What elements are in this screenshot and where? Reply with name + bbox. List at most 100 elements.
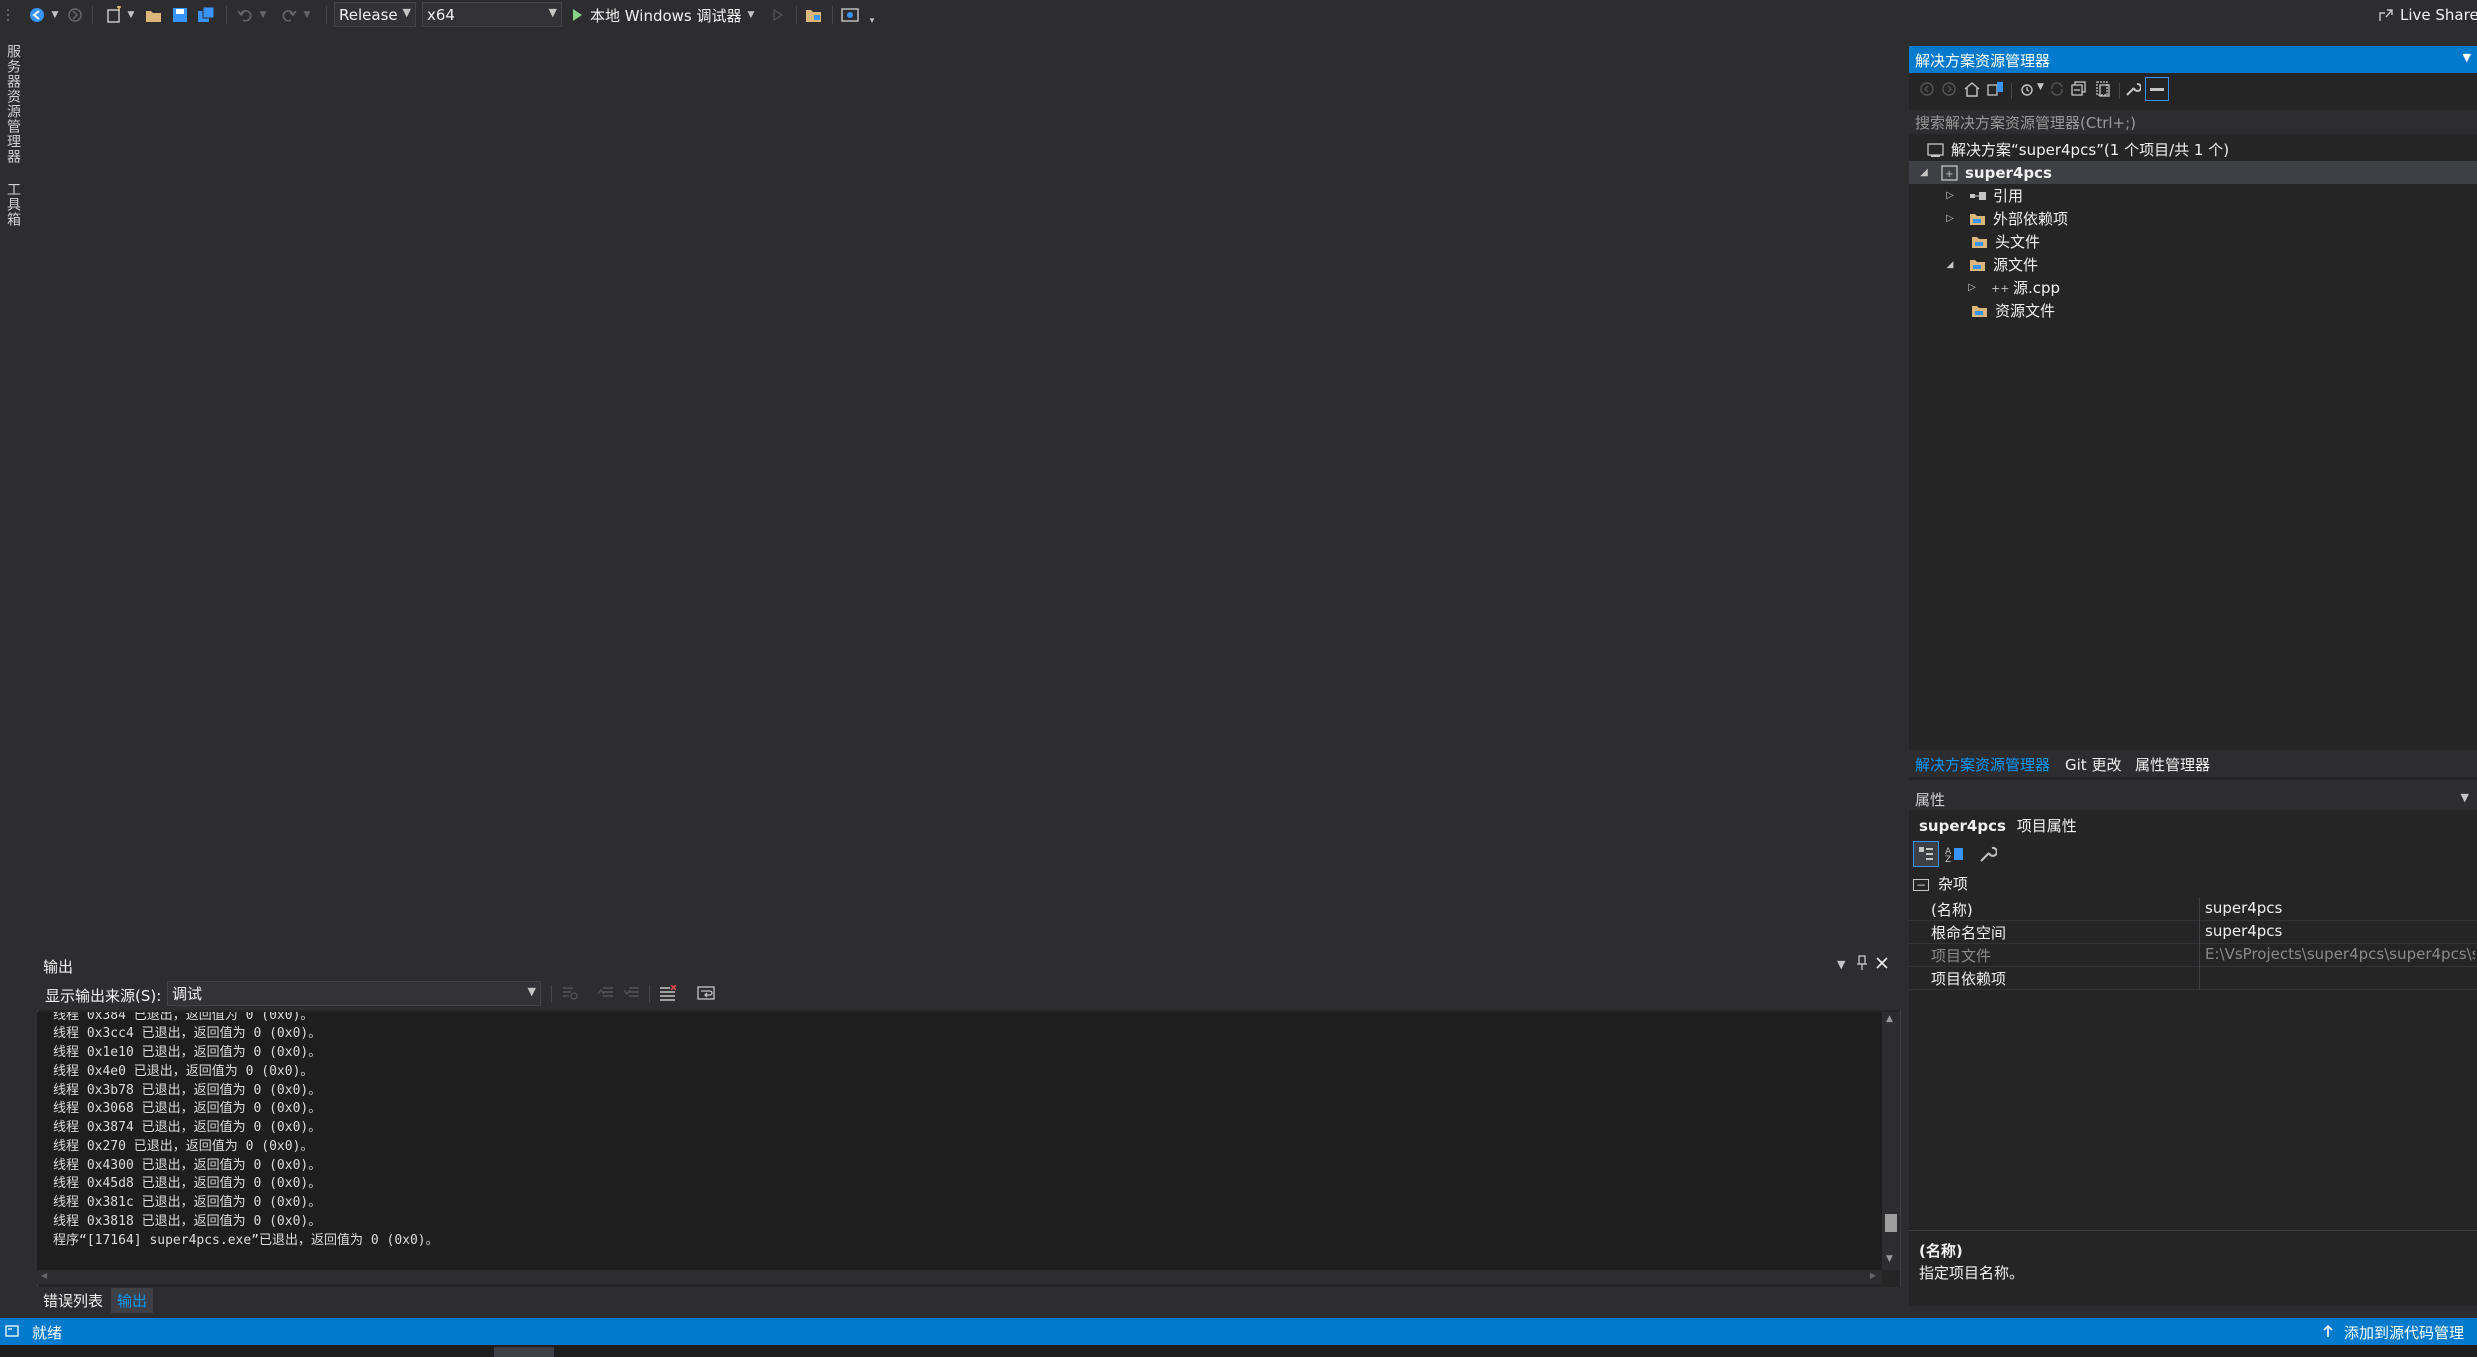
tab-git-changes[interactable]: Git 更改 bbox=[2065, 754, 2121, 775]
previous-message-icon[interactable] bbox=[597, 985, 615, 1001]
filter-folder-icon bbox=[1969, 211, 1987, 227]
panel-menu-icon[interactable]: ▼ bbox=[2463, 51, 2471, 64]
tab-property-manager[interactable]: 属性管理器 bbox=[2135, 754, 2210, 775]
toolbar-overflow[interactable]: ▾ bbox=[866, 10, 878, 32]
tree-item-header-files[interactable]: 头文件 bbox=[1971, 230, 2040, 253]
status-bar: 就绪 添加到源代码管理 bbox=[0, 1318, 2477, 1345]
output-text-area[interactable]: 线程 0x384 已退出，返回值为 0 (0x0)。 线程 0x3cc4 已退出… bbox=[37, 1012, 1882, 1270]
scroll-left-icon[interactable]: ◀ bbox=[41, 1271, 47, 1280]
platform-dropdown[interactable]: x64 ▼ bbox=[422, 2, 562, 27]
preview-selected-button[interactable] bbox=[2145, 77, 2169, 101]
next-message-icon[interactable] bbox=[623, 985, 641, 1001]
svg-text:++: ++ bbox=[1991, 282, 2009, 294]
property-row[interactable]: 项目文件 E:\VsProjects\super4pcs\super4pcs\s… bbox=[1909, 943, 2477, 967]
overflow-icon: ▾ bbox=[869, 16, 875, 26]
property-row[interactable]: 根命名空间 super4pcs bbox=[1909, 920, 2477, 944]
collapse-icon[interactable]: − bbox=[1913, 879, 1930, 891]
back-icon[interactable] bbox=[1919, 81, 1935, 97]
output-source-dropdown[interactable]: 调试 ▼ bbox=[167, 981, 541, 1006]
redo-button[interactable] bbox=[278, 4, 300, 26]
tree-item-source-cpp[interactable]: ▷ ++ 源.cpp bbox=[1965, 276, 2060, 299]
filter-folder-open-icon bbox=[1969, 257, 1987, 273]
add-to-source-control-button[interactable]: 添加到源代码管理 bbox=[2344, 1322, 2464, 1343]
tab-solution-explorer[interactable]: 解决方案资源管理器 bbox=[1915, 754, 2050, 775]
expanded-arrow-icon[interactable]: ◢ bbox=[1943, 260, 1957, 270]
svg-text:Z: Z bbox=[1945, 855, 1951, 863]
undo-dropdown[interactable]: ▼ bbox=[258, 4, 268, 26]
save-all-button[interactable] bbox=[194, 4, 218, 26]
start-without-debugging-button[interactable] bbox=[770, 4, 786, 26]
panel-menu-icon[interactable]: ▼ bbox=[1837, 958, 1845, 971]
tree-item-references[interactable]: ▷ 引用 bbox=[1943, 184, 2023, 207]
scroll-right-icon[interactable]: ▶ bbox=[1870, 1271, 1876, 1280]
open-file-button[interactable] bbox=[142, 4, 166, 26]
properties-wrench-icon[interactable] bbox=[2125, 81, 2141, 97]
properties-object-type: 项目属性 bbox=[2016, 817, 2077, 835]
tree-item-external-dependencies[interactable]: ▷ 外部依赖项 bbox=[1943, 207, 2068, 230]
new-project-button[interactable] bbox=[102, 4, 126, 26]
collapsed-arrow-icon[interactable]: ▷ bbox=[1943, 190, 1957, 201]
sync-icon[interactable] bbox=[2049, 81, 2065, 97]
filter-folder-icon bbox=[1971, 303, 1989, 319]
forward-icon[interactable] bbox=[1941, 81, 1957, 97]
solution-search-input[interactable]: 搜索解决方案资源管理器(Ctrl+;) bbox=[1909, 110, 2477, 134]
browse-folder-button[interactable] bbox=[802, 4, 826, 26]
properties-titlebar[interactable]: 属性 ▼ bbox=[1909, 786, 2477, 810]
collapse-all-icon[interactable] bbox=[2071, 81, 2087, 97]
alphabetical-button[interactable]: AZ bbox=[1945, 845, 1965, 863]
undo-button[interactable] bbox=[234, 4, 256, 26]
output-vertical-scrollbar[interactable]: ▲ ▼ bbox=[1882, 1012, 1900, 1270]
save-button[interactable] bbox=[168, 4, 192, 26]
scroll-thumb[interactable] bbox=[1885, 1214, 1897, 1232]
clear-all-icon[interactable] bbox=[659, 985, 677, 1001]
tree-item-project[interactable]: ◢ + super4pcs bbox=[1909, 161, 2477, 184]
property-row[interactable]: 项目依赖项 bbox=[1909, 966, 2477, 990]
property-row[interactable]: (名称) super4pcs bbox=[1909, 897, 2477, 921]
new-project-icon bbox=[105, 6, 123, 24]
word-wrap-icon[interactable] bbox=[697, 985, 717, 1001]
panel-menu-icon[interactable]: ▼ bbox=[2461, 791, 2469, 804]
property-key: 项目文件 bbox=[1931, 947, 1992, 965]
back-button[interactable] bbox=[24, 4, 50, 26]
start-debugging-button[interactable]: 本地 Windows 调试器 ▼ bbox=[570, 4, 770, 26]
live-share-button[interactable]: Live Share bbox=[2378, 4, 2477, 26]
switch-views-icon[interactable] bbox=[1987, 81, 2005, 97]
separator bbox=[796, 6, 797, 24]
categorized-button[interactable] bbox=[1913, 841, 1939, 867]
tab-output[interactable]: 输出 bbox=[111, 1288, 154, 1313]
tab-error-list[interactable]: 错误列表 bbox=[43, 1290, 103, 1311]
solution-node[interactable]: 解决方案“super4pcs”(1 个项目/共 1 个) bbox=[1927, 138, 2229, 161]
screenshot-button[interactable] bbox=[838, 4, 862, 26]
tree-item-resource-files[interactable]: 资源文件 bbox=[1971, 299, 2055, 322]
show-all-files-icon[interactable] bbox=[2095, 81, 2111, 97]
server-explorer-tab[interactable]: 服务器资源管理器 bbox=[3, 44, 23, 164]
taskbar-item[interactable] bbox=[494, 1347, 554, 1357]
property-category-misc[interactable]: − 杂项 bbox=[1913, 873, 1968, 894]
output-horizontal-scrollbar[interactable]: ◀ ▶ bbox=[37, 1270, 1882, 1284]
pin-icon[interactable] bbox=[1855, 955, 1869, 971]
description-divider bbox=[1909, 1230, 2477, 1231]
references-label: 引用 bbox=[1993, 187, 2024, 205]
new-dropdown[interactable]: ▼ bbox=[126, 4, 136, 26]
category-label: 杂项 bbox=[1937, 875, 1968, 893]
output-titlebar[interactable]: 输出 ▼ bbox=[37, 953, 1901, 977]
scroll-down-icon[interactable]: ▼ bbox=[1886, 1254, 1893, 1264]
redo-dropdown[interactable]: ▼ bbox=[302, 4, 312, 26]
forward-button[interactable] bbox=[64, 4, 86, 26]
find-message-icon[interactable] bbox=[561, 985, 579, 1001]
close-icon[interactable] bbox=[1875, 955, 1889, 971]
collapsed-arrow-icon[interactable]: ▷ bbox=[1965, 282, 1979, 293]
pending-changes-filter-icon[interactable] bbox=[2019, 81, 2035, 97]
platform-value: x64 bbox=[427, 5, 455, 24]
chevron-down-icon[interactable]: ▼ bbox=[2037, 82, 2044, 92]
property-pages-button[interactable] bbox=[1979, 845, 1997, 863]
back-dropdown[interactable]: ▼ bbox=[50, 4, 60, 26]
scroll-up-icon[interactable]: ▲ bbox=[1886, 1014, 1893, 1024]
expanded-arrow-icon[interactable]: ◢ bbox=[1917, 167, 1931, 178]
toolbox-tab[interactable]: 工具箱 bbox=[3, 182, 23, 227]
solution-explorer-titlebar[interactable]: 解决方案资源管理器 ▼ bbox=[1909, 46, 2477, 73]
tree-item-source-files[interactable]: ◢ 源文件 bbox=[1943, 253, 2038, 276]
collapsed-arrow-icon[interactable]: ▷ bbox=[1943, 213, 1957, 224]
configuration-dropdown[interactable]: Release ▼ bbox=[334, 2, 416, 27]
home-icon[interactable] bbox=[1963, 81, 1981, 97]
